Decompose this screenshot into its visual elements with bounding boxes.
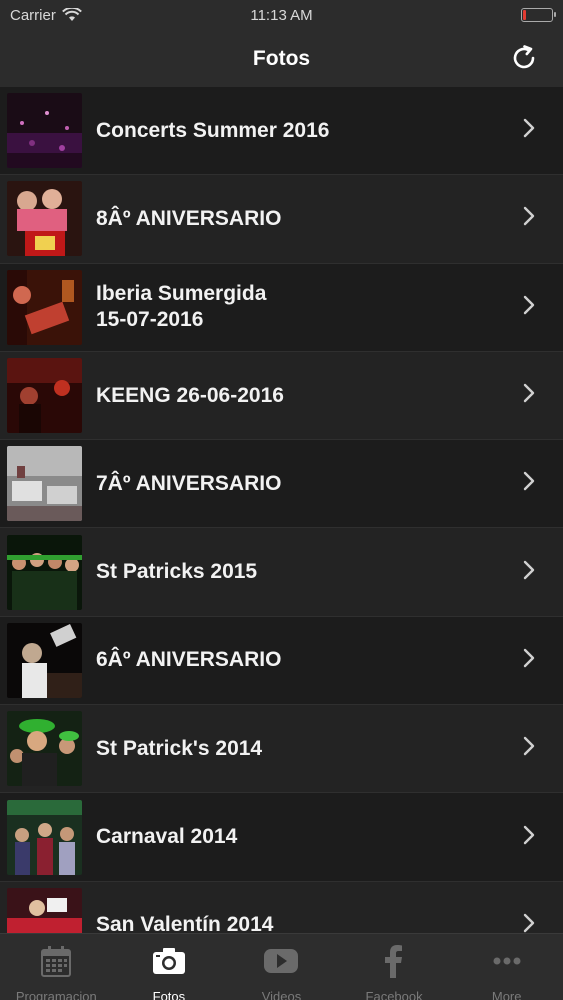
- chevron: [517, 381, 541, 410]
- tab-bar: Programacion Fotos Videos Facebook More: [0, 933, 563, 1000]
- chevron-right-icon: [523, 295, 535, 314]
- tab-fotos[interactable]: Fotos: [113, 934, 226, 1000]
- album-row[interactable]: Concerts Summer 2016: [0, 87, 563, 176]
- chevron-right-icon: [523, 737, 535, 756]
- calendar-icon: [37, 942, 75, 985]
- chevron-right-icon: [523, 472, 535, 491]
- tab-programacion[interactable]: Programacion: [0, 934, 113, 1000]
- album-title: KEENG 26-06-2016: [96, 383, 284, 407]
- album-thumbnail: [7, 181, 82, 257]
- album-thumbnail: [7, 358, 82, 434]
- album-thumbnail: [7, 269, 82, 345]
- carrier-label: Carrier: [10, 6, 56, 24]
- chevron: [517, 293, 541, 322]
- album-row[interactable]: St Patrick's 2014: [0, 705, 563, 794]
- album-thumbnail: [7, 93, 82, 169]
- album-row[interactable]: Iberia Sumergida 15-07-2016: [0, 263, 563, 352]
- chevron-right-icon: [523, 648, 535, 668]
- album-thumbnail: [7, 534, 82, 610]
- album-thumbnail: [7, 622, 82, 698]
- chevron-right-icon: [523, 560, 535, 579]
- chevron: [517, 558, 541, 587]
- album-title: Carnaval 2014: [96, 825, 238, 849]
- chevron: [517, 823, 541, 852]
- chevron: [517, 116, 541, 145]
- album-thumbnail: [7, 446, 82, 522]
- tab-label: More: [491, 989, 522, 1000]
- album-row[interactable]: San Valentín 2014: [0, 881, 563, 933]
- refresh-icon: [513, 45, 535, 69]
- chevron-right-icon: [523, 207, 535, 226]
- facebook-icon: [375, 942, 413, 985]
- tab-label: Fotos: [152, 989, 186, 1000]
- album-row[interactable]: KEENG 26-06-2016: [0, 351, 563, 441]
- album-list[interactable]: Concerts Summer 2016 8Âº ANIVERSARIO Iberi…: [0, 87, 563, 933]
- status-time: 11:13 AM: [250, 6, 313, 24]
- tab-facebook[interactable]: Facebook: [338, 934, 451, 1000]
- tab-label: Facebook: [365, 989, 423, 1000]
- album-title: 7Âº ANIVERSARIO: [96, 471, 282, 495]
- tab-label: Videos: [261, 989, 302, 1000]
- album-thumbnail: [7, 711, 82, 787]
- album-title: Iberia Sumergida 15-07-2016: [96, 282, 267, 332]
- album-row[interactable]: 7Âº ANIVERSARIO: [0, 440, 563, 529]
- tab-more[interactable]: More: [450, 934, 563, 1000]
- page-title: Fotos: [252, 46, 311, 70]
- album-title: San Valentín 2014: [96, 913, 274, 933]
- album-title: St Patricks 2015: [96, 560, 258, 584]
- album-title: Concerts Summer 2016: [96, 118, 330, 142]
- video-play-icon: [262, 942, 300, 985]
- tab-videos[interactable]: Videos: [225, 934, 338, 1000]
- chevron: [517, 469, 541, 498]
- status-left: Carrier: [10, 7, 82, 24]
- album-title: St Patrick's 2014: [96, 736, 263, 760]
- album-row[interactable]: 8Âº ANIVERSARIO: [0, 175, 563, 264]
- chevron: [517, 734, 541, 763]
- chevron-right-icon: [523, 825, 535, 844]
- navigation-bar: Fotos: [0, 30, 563, 87]
- album-row[interactable]: St Patricks 2015: [0, 528, 563, 617]
- chevron: [517, 204, 541, 233]
- battery-fill: [523, 10, 526, 20]
- chevron: [517, 646, 541, 675]
- status-bar: Carrier 11:13 AM: [0, 0, 563, 30]
- wifi-icon: [61, 8, 82, 21]
- chevron-right-icon: [523, 118, 535, 138]
- chevron-right-icon: [523, 913, 535, 933]
- album-row[interactable]: 6Âº ANIVERSARIO: [0, 616, 563, 706]
- refresh-button[interactable]: [509, 43, 539, 73]
- album-title: 6Âº ANIVERSARIO: [96, 648, 282, 672]
- album-row[interactable]: Carnaval 2014: [0, 793, 563, 882]
- chevron-right-icon: [523, 383, 535, 403]
- tab-label: Programacion: [15, 989, 97, 1000]
- camera-icon: [150, 942, 188, 985]
- album-thumbnail: [7, 887, 82, 933]
- album-thumbnail: [7, 799, 82, 875]
- album-title: 8Âº ANIVERSARIO: [96, 206, 282, 230]
- battery-icon: [521, 8, 556, 22]
- more-icon: [488, 942, 526, 985]
- chevron: [517, 911, 541, 933]
